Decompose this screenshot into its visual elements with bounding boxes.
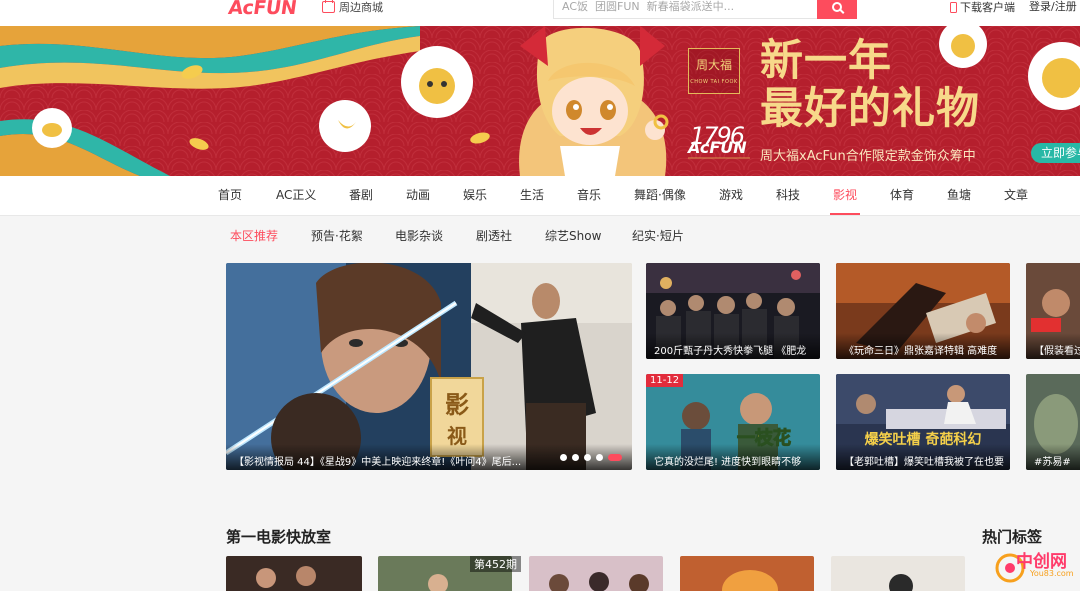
brand-en: CHOW TAI FOOK [690, 79, 738, 85]
nav-item-life[interactable]: 生活 [520, 176, 544, 216]
video-card[interactable]: 《玩命三日》鼎张嘉译特辑 高难度 [836, 263, 1010, 359]
search-input[interactable] [554, 0, 819, 18]
nav-item-tech[interactable]: 科技 [776, 176, 800, 216]
carousel-dot[interactable] [560, 454, 567, 461]
video-card[interactable]: #苏易# [1026, 374, 1080, 470]
promo-banner[interactable]: 周大福 CHOW TAI FOOK 1796 AcFUN 新一年 最好的礼物 周… [0, 26, 1080, 176]
main-nav: 首页 AC正义 番剧 动画 娱乐 生活 音乐 舞蹈·偶像 游戏 科技 影视 体育… [0, 176, 1080, 216]
video-thumbnail [529, 556, 663, 591]
search-icon [832, 1, 842, 12]
video-caption: 【老郭吐槽】爆笑吐槽我被了在也要 [836, 444, 1010, 470]
banner-collab-text: 周大福xAcFun合作限定款金饰众筹中 [760, 149, 976, 164]
banner-acfun-logo: AcFUN [688, 138, 747, 157]
nav-item-fishpond[interactable]: 鱼塘 [947, 176, 971, 216]
featured-carousel[interactable]: 影 视 【影视情报局 44】《星战9》中美上映迎来终章!《叶问4》尾后... [226, 263, 632, 470]
nav-item-sports[interactable]: 体育 [890, 176, 914, 216]
carousel-dots [560, 454, 622, 461]
acfun-logo[interactable]: AcFUN [226, 0, 298, 22]
hot-tags-title: 热门标签 [982, 528, 1043, 546]
login-register-link[interactable]: 登录/注册 [1029, 0, 1077, 14]
subnav-recommend[interactable]: 本区推荐 [230, 227, 278, 244]
episode-label: 第452期 [470, 556, 521, 572]
video-card[interactable] [529, 556, 663, 591]
subnav-film-talk[interactable]: 电影杂谈 [395, 227, 443, 244]
nav-item-home[interactable]: 首页 [218, 176, 242, 216]
search-box [553, 0, 857, 19]
mall-link[interactable]: 周边商城 [322, 0, 383, 14]
video-card[interactable]: 一枝花 11-12 它真的没烂尾! 进度快到眼睛不够 [646, 374, 820, 470]
video-caption: 200斤甄子丹大秀快拳飞腿 《肥龙 [646, 333, 820, 359]
brand-badge: 周大福 CHOW TAI FOOK [688, 48, 740, 94]
nav-item-games[interactable]: 游戏 [719, 176, 743, 216]
subnav-trailers[interactable]: 预告·花絮 [311, 227, 363, 244]
carousel-dot-active[interactable] [608, 454, 622, 461]
video-card[interactable]: 【假装看过 [1026, 263, 1080, 359]
featured-thumbnail: 影 视 [226, 263, 632, 470]
nav-item-articles[interactable]: 文章 [1004, 176, 1028, 216]
video-card[interactable]: 爆笑吐槽 奇葩科幻 【老郭吐槽】爆笑吐槽我被了在也要 [836, 374, 1010, 470]
video-caption: 【假装看过 [1026, 333, 1080, 359]
nav-item-music[interactable]: 音乐 [577, 176, 601, 216]
video-caption: #苏易# [1026, 444, 1080, 470]
video-caption: 它真的没烂尾! 进度快到眼睛不够 [646, 444, 820, 470]
carousel-dot[interactable] [584, 454, 591, 461]
brand-cn: 周大福 [695, 58, 732, 72]
subnav-variety[interactable]: 综艺Show [545, 227, 601, 244]
video-card[interactable] [680, 556, 814, 591]
nav-item-dance-idol[interactable]: 舞蹈·偶像 [634, 176, 686, 216]
video-caption: 《玩命三日》鼎张嘉译特辑 高难度 [836, 333, 1010, 359]
subnav-documentary[interactable]: 纪实·短片 [632, 227, 684, 244]
watermark-url: You83.com [1030, 569, 1074, 578]
download-client-link[interactable]: 下载客户端 [950, 0, 1015, 14]
video-card[interactable] [831, 556, 965, 591]
carousel-dot[interactable] [596, 454, 603, 461]
video-thumbnail [226, 556, 362, 591]
download-label: 下载客户端 [960, 1, 1015, 14]
page-root: { "header": { "logo_text": "AcFUN", "mal… [0, 0, 1080, 591]
banner-headline-line2: 最好的礼物 [760, 84, 980, 134]
nav-item-ac-justice[interactable]: AC正义 [276, 176, 316, 216]
top-bar: AcFUN 周边商城 下载客户端 登录/注册 [0, 0, 1080, 26]
search-button[interactable] [817, 0, 857, 19]
video-card[interactable]: 200斤甄子丹大秀快拳飞腿 《肥龙 [646, 263, 820, 359]
video-thumbnail [680, 556, 814, 591]
video-thumbnail [831, 556, 965, 591]
mall-label: 周边商城 [339, 1, 383, 14]
nav-item-bangumi[interactable]: 番剧 [349, 176, 373, 216]
join-now-button[interactable]: 立即参与 [1031, 143, 1080, 163]
nav-item-film-tv[interactable]: 影视 [829, 176, 861, 216]
nav-item-animation[interactable]: 动画 [406, 176, 430, 216]
date-badge: 11-12 [646, 374, 684, 387]
svg-text:影: 影 [445, 390, 469, 419]
nav-item-entertainment[interactable]: 娱乐 [463, 176, 487, 216]
phone-icon [950, 1, 957, 13]
section-title: 第一电影快放室 [226, 528, 332, 546]
video-card[interactable] [226, 556, 362, 591]
shop-icon [322, 0, 335, 13]
subnav-spoilers[interactable]: 剧透社 [476, 227, 512, 244]
carousel-dot[interactable] [572, 454, 579, 461]
banner-headline-line1: 新一年 [760, 36, 892, 86]
